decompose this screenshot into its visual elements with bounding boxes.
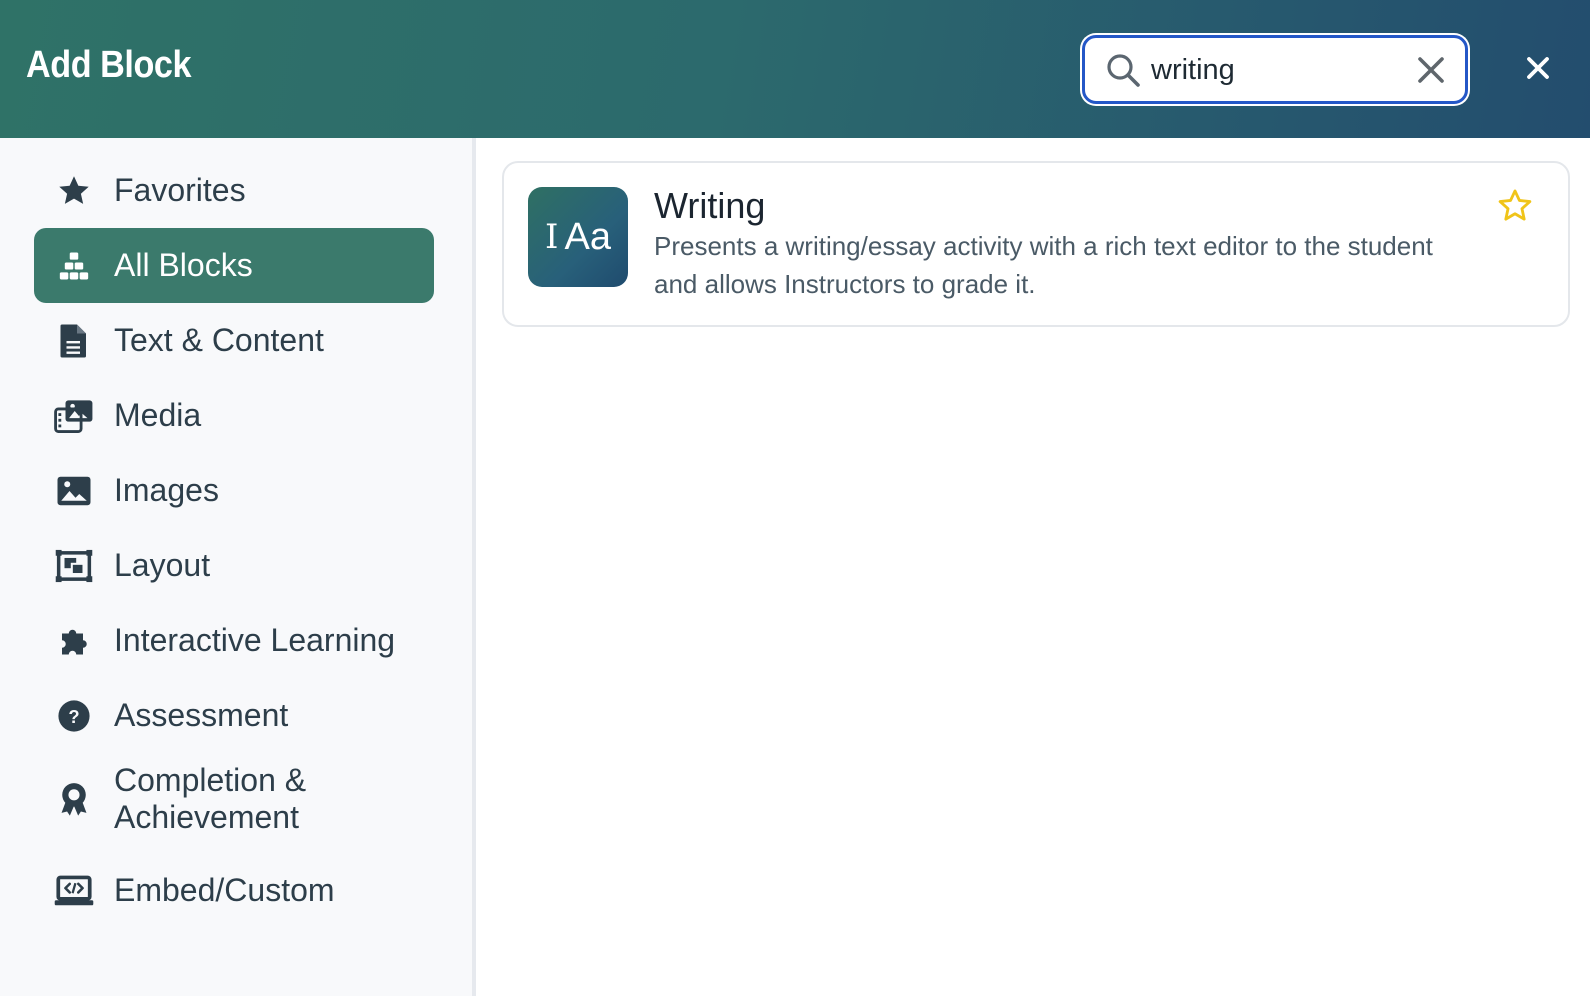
favorite-star-icon[interactable] xyxy=(1496,187,1534,225)
close-modal-icon[interactable] xyxy=(1520,50,1556,86)
sidebar-item-label: Text & Content xyxy=(114,322,324,358)
search-input[interactable] xyxy=(1151,48,1391,92)
sidebar-item-completion-achievement[interactable]: Completion & Achievement xyxy=(34,756,434,842)
sidebar-item-images[interactable]: Images xyxy=(34,453,434,528)
svg-text:?: ? xyxy=(68,706,79,727)
clear-search-icon[interactable] xyxy=(1415,54,1447,86)
thumbnail-text: Aa xyxy=(564,215,611,258)
star-icon xyxy=(54,171,94,211)
sidebar-item-layout[interactable]: Layout xyxy=(34,528,434,603)
sidebar-item-label: Layout xyxy=(114,547,211,583)
writing-thumbnail: I Aa xyxy=(528,187,628,287)
layout-icon xyxy=(54,546,94,586)
image-icon xyxy=(54,471,94,511)
sidebar-item-media[interactable]: Media xyxy=(34,378,434,453)
sidebar-item-assessment[interactable]: ? Assessment xyxy=(34,678,434,753)
block-description: Presents a writing/essay activity with a… xyxy=(654,231,1433,299)
category-sidebar: Favorites All Blocks Text & Content Medi… xyxy=(0,138,476,996)
search-icon xyxy=(1107,54,1140,87)
blocks-icon xyxy=(54,246,94,286)
sidebar-item-label: Media xyxy=(114,397,202,433)
sidebar-item-label: Assessment xyxy=(114,697,289,733)
search-box[interactable] xyxy=(1082,35,1468,104)
modal-title: Add Block xyxy=(26,44,192,86)
sidebar-item-label: All Blocks xyxy=(114,247,253,283)
label-line-1: Completion & xyxy=(114,762,307,798)
document-icon xyxy=(54,321,94,361)
label-line-2: Achievement xyxy=(114,799,299,835)
sidebar-item-label: Embed/Custom xyxy=(114,872,335,908)
text-cursor-icon: I xyxy=(545,217,559,257)
award-icon xyxy=(54,779,94,819)
puzzle-icon xyxy=(54,621,94,661)
block-card-writing[interactable]: I Aa Writing Presents a writing/essay ac… xyxy=(502,161,1570,327)
code-laptop-icon xyxy=(54,871,94,911)
sidebar-item-label: Images xyxy=(114,472,219,508)
sidebar-item-label: Favorites xyxy=(114,172,246,208)
block-title: Writing xyxy=(654,185,766,226)
sidebar-item-embed-custom[interactable]: Embed/Custom xyxy=(34,853,434,928)
sidebar-item-favorites[interactable]: Favorites xyxy=(34,153,434,228)
sidebar-item-label: Interactive Learning xyxy=(114,622,396,658)
sidebar-item-interactive-learning[interactable]: Interactive Learning xyxy=(34,603,434,678)
sidebar-item-label: Completion & Achievement xyxy=(114,762,306,836)
sidebar-item-text-content[interactable]: Text & Content xyxy=(34,303,434,378)
sidebar-item-all-blocks[interactable]: All Blocks xyxy=(34,228,434,303)
modal-header: Add Block xyxy=(0,0,1590,138)
media-icon xyxy=(54,396,94,436)
question-circle-icon: ? xyxy=(54,696,94,736)
